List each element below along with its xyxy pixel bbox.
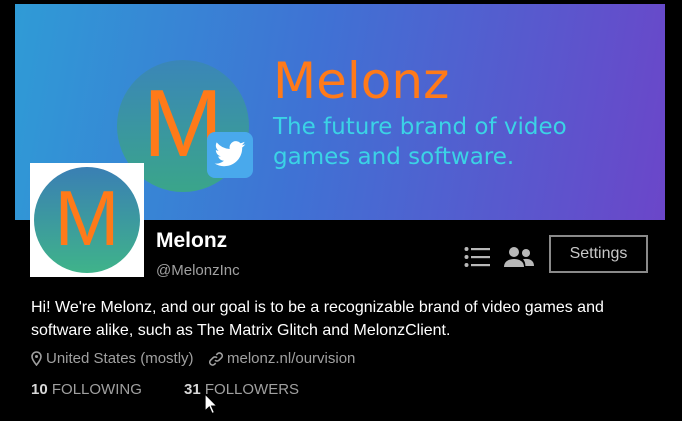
avatar-circle: M: [34, 167, 140, 273]
followers-count: 31: [184, 381, 201, 398]
mouse-cursor-icon: [204, 393, 218, 415]
banner-title: Melonz: [273, 52, 450, 110]
avatar-letter: M: [54, 174, 120, 262]
profile-name: Melonz: [156, 229, 228, 252]
location-pin-icon: [31, 351, 42, 366]
banner-tagline: The future brand of video games and soft…: [273, 114, 567, 170]
settings-button[interactable]: Settings: [549, 235, 648, 273]
profile-location: United States (mostly): [31, 350, 194, 367]
list-icon[interactable]: [464, 246, 490, 268]
following-stat[interactable]: 10 FOLLOWING: [31, 381, 142, 398]
avatar[interactable]: M: [30, 163, 144, 277]
people-icon[interactable]: [503, 246, 535, 268]
following-count: 10: [31, 381, 48, 398]
profile-bio: Hi! We're Melonz, and our goal is to be …: [31, 299, 604, 339]
location-text: United States (mostly): [46, 350, 194, 367]
followers-stat[interactable]: 31 FOLLOWERS: [184, 381, 299, 398]
following-label: FOLLOWING: [51, 381, 142, 398]
website-link[interactable]: melonz.nl/ourvision: [227, 350, 355, 367]
twitter-bird-icon: [207, 132, 253, 178]
profile-handle: @MelonzInc: [156, 262, 240, 279]
link-icon: [209, 351, 223, 366]
followers-label: FOLLOWERS: [204, 381, 300, 398]
profile-website[interactable]: melonz.nl/ourvision: [209, 350, 355, 367]
